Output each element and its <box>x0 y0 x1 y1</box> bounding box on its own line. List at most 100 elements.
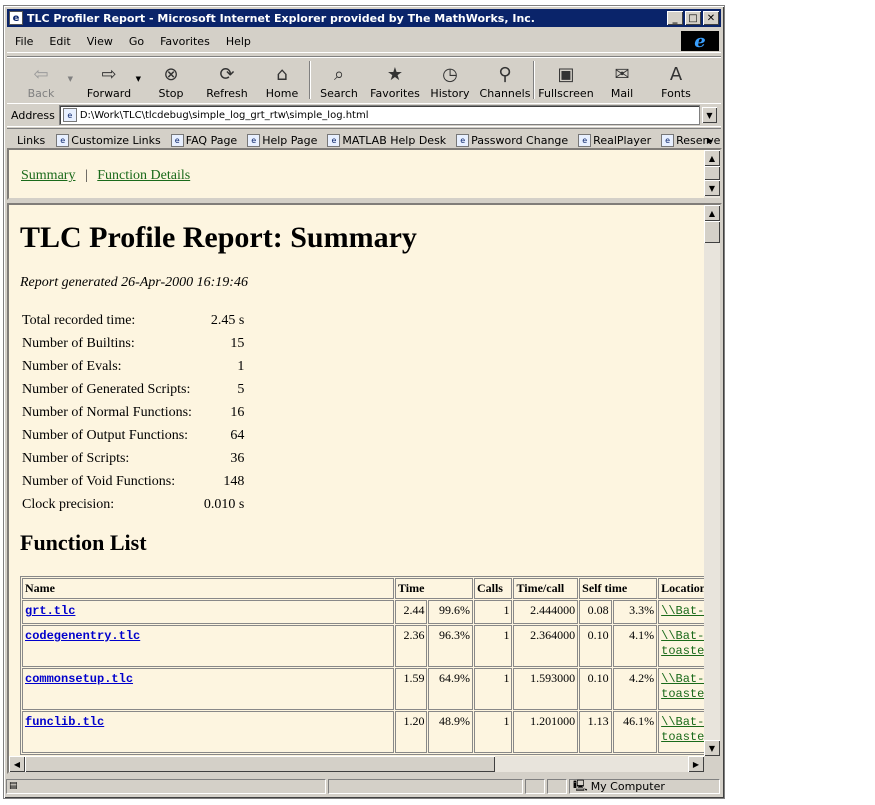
stat-label: Number of Builtins: <box>22 335 135 351</box>
scroll-left-icon[interactable]: ◀ <box>9 756 25 772</box>
chevron-right-icon[interactable]: ▶ <box>707 136 713 145</box>
fonts-label: Fonts <box>661 87 691 100</box>
zone-label: My Computer <box>590 779 665 793</box>
history-button[interactable]: ◷ History <box>423 57 477 103</box>
table-row: grt.tlc 2.44 99.6% 1 2.444000 0.08 3.3% … <box>22 600 705 624</box>
report-horizontal-scrollbar[interactable]: ◀ ▶ <box>9 756 704 772</box>
address-input[interactable]: e D:\Work\TLC\tlcdebug\simple_log_grt_rt… <box>58 105 700 125</box>
generated-date: Report generated 26-Apr-2000 16:19:46 <box>20 275 248 290</box>
forward-dropdown-icon[interactable]: ▼ <box>136 75 141 83</box>
stop-icon: ⊗ <box>163 64 179 85</box>
function-link[interactable]: commonsetup.tlc <box>25 672 133 686</box>
location-link[interactable]: \\Bat-toaster\R12 <box>661 715 705 744</box>
function-link[interactable]: codegenentry.tlc <box>25 629 140 643</box>
links-label: Links <box>17 133 46 147</box>
location-link[interactable]: \\Bat-toaster\R12 <box>661 672 705 701</box>
link-faq-page[interactable]: e FAQ Page <box>166 133 242 147</box>
mail-button[interactable]: ✉ Mail <box>597 57 647 103</box>
back-dropdown-icon[interactable]: ▼ <box>68 75 73 83</box>
scroll-track[interactable] <box>495 756 688 772</box>
cell-time: 2.36 <box>395 625 428 667</box>
close-button[interactable]: ✕ <box>703 11 719 25</box>
back-button[interactable]: ⇦ Back ▼ <box>7 57 75 103</box>
search-button[interactable]: ⌕ Search <box>311 57 367 103</box>
forward-button[interactable]: ⇨ Forward ▼ <box>75 57 143 103</box>
ie-page-icon: e <box>9 11 23 25</box>
stop-button[interactable]: ⊗ Stop <box>143 57 199 103</box>
stat-label: Number of Scripts: <box>22 450 130 466</box>
address-dropdown-icon[interactable]: ▼ <box>702 107 717 123</box>
stat-row: Number of Generated Scripts: 5 <box>20 378 246 401</box>
scroll-down-icon[interactable]: ▼ <box>704 180 720 196</box>
table-row: commonsetup.tlc 1.59 64.9% 1 1.593000 0.… <box>22 668 705 710</box>
location-link[interactable]: \\Bat-toaster\R12 <box>661 629 705 658</box>
cell-self-time: 0.10 <box>579 625 612 667</box>
scroll-down-icon[interactable]: ▼ <box>704 740 720 756</box>
location-link[interactable]: \\Bat-toaster <box>661 604 705 618</box>
standard-toolbar: ⇦ Back ▼ ⇨ Forward ▼ ⊗ Stop ⟳ Refresh ⌂ … <box>7 56 721 104</box>
address-value: D:\Work\TLC\tlcdebug\simple_log_grt_rtw\… <box>79 109 369 121</box>
forward-arrow-icon: ⇨ <box>101 64 117 85</box>
stat-row: Number of Evals: 1 <box>20 355 246 378</box>
location-line: \\Bat-toaster <box>661 604 705 618</box>
history-label: History <box>430 87 470 100</box>
menu-help[interactable]: Help <box>218 35 259 48</box>
home-button[interactable]: ⌂ Home <box>255 57 309 103</box>
link-matlab-help-desk[interactable]: e MATLAB Help Desk <box>322 133 451 147</box>
maximize-button[interactable]: □ <box>685 11 701 25</box>
menu-view[interactable]: View <box>79 35 121 48</box>
minimize-button[interactable]: _ <box>667 11 683 25</box>
cell-calls: 1 <box>473 711 513 753</box>
scroll-up-icon[interactable]: ▲ <box>704 150 720 166</box>
scroll-track[interactable] <box>704 243 720 740</box>
link-customize-links[interactable]: e Customize Links <box>51 133 166 147</box>
link-help-page[interactable]: e Help Page <box>242 133 322 147</box>
function-details-link[interactable]: Function Details <box>97 168 190 183</box>
stat-label: Number of Generated Scripts: <box>22 381 191 397</box>
summary-link[interactable]: Summary <box>21 168 75 183</box>
stat-row: Number of Output Functions: 64 <box>20 424 246 447</box>
report-vertical-scrollbar[interactable]: ▲ ▼ <box>704 205 720 758</box>
stat-label: Clock precision: <box>22 496 115 512</box>
menu-edit[interactable]: Edit <box>41 35 78 48</box>
scroll-up-icon[interactable]: ▲ <box>704 205 720 221</box>
nav-frame-scrollbar[interactable]: ▲ ▼ <box>704 150 720 198</box>
page-icon: e <box>661 133 675 147</box>
menu-go[interactable]: Go <box>121 35 152 48</box>
cell-self-pct: 3.3% <box>612 600 658 624</box>
location-line: toaster\R12 <box>661 644 705 658</box>
cell-time: 1.20 <box>395 711 428 753</box>
page-icon: e <box>578 133 592 147</box>
table-row: codegenentry.tlc 2.36 96.3% 1 2.364000 0… <box>22 625 705 667</box>
function-link[interactable]: funclib.tlc <box>25 715 104 729</box>
favorites-icon: ★ <box>386 64 404 85</box>
col-calls: Calls <box>473 578 513 599</box>
scroll-thumb[interactable] <box>25 756 495 772</box>
link-realplayer[interactable]: e RealPlayer <box>573 133 656 147</box>
link-label: Help Page <box>262 133 318 147</box>
home-icon: ⌂ <box>276 64 288 85</box>
fullscreen-button[interactable]: ▣ Fullscreen <box>535 57 597 103</box>
favorites-button[interactable]: ★ Favorites <box>367 57 423 103</box>
stat-row: Number of Builtins: 15 <box>20 332 246 355</box>
cell-calls: 1 <box>473 668 513 710</box>
computer-icon: 🖳 <box>573 778 588 792</box>
search-label: Search <box>320 87 358 100</box>
menu-file[interactable]: File <box>7 35 41 48</box>
cell-calls: 1 <box>473 600 513 624</box>
stat-value: 148 <box>223 473 245 489</box>
stat-value: 1 <box>237 358 245 374</box>
cell-time-pct: 64.9% <box>428 668 473 710</box>
channels-button[interactable]: ⚲ Channels <box>477 57 533 103</box>
page-icon: e <box>456 133 470 147</box>
scroll-thumb[interactable] <box>704 166 720 180</box>
fonts-icon: A <box>669 64 683 85</box>
fonts-button[interactable]: A Fonts <box>647 57 705 103</box>
refresh-button[interactable]: ⟳ Refresh <box>199 57 255 103</box>
function-link[interactable]: grt.tlc <box>25 604 75 618</box>
menu-favorites[interactable]: Favorites <box>152 35 218 48</box>
col-time-per-call: Time/call <box>513 578 579 599</box>
scroll-thumb[interactable] <box>704 221 720 243</box>
link-password-change[interactable]: e Password Change <box>451 133 573 147</box>
scroll-right-icon[interactable]: ▶ <box>688 756 704 772</box>
